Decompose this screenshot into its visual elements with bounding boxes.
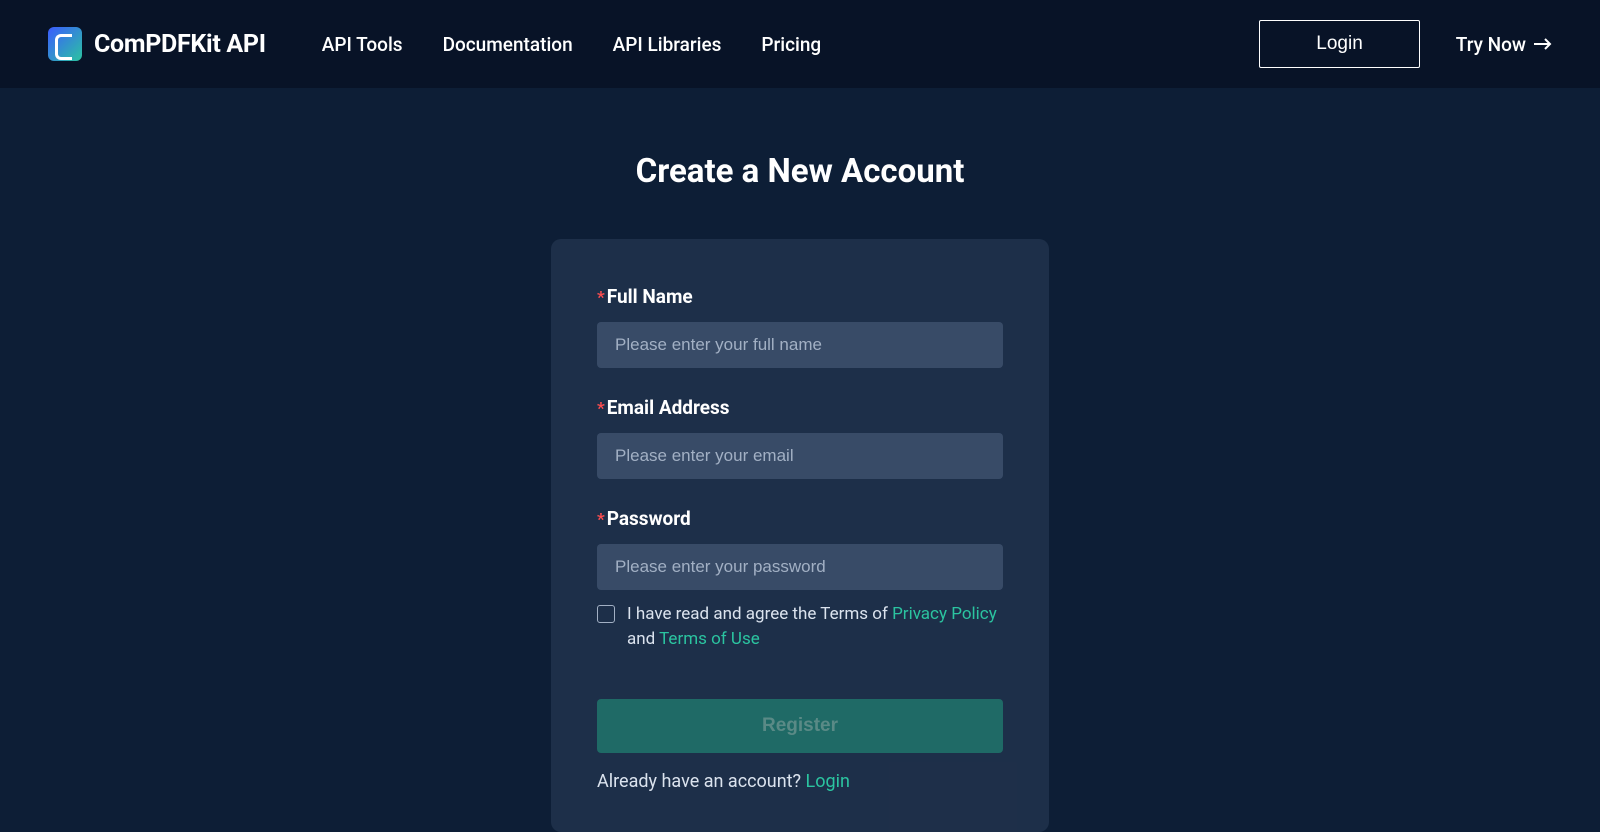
logo-group[interactable]: ComPDFKit API bbox=[48, 27, 266, 61]
header-right: Login Try Now bbox=[1259, 20, 1552, 68]
page-title: Create a New Account bbox=[636, 152, 965, 191]
full-name-input[interactable] bbox=[597, 322, 1003, 368]
email-input[interactable] bbox=[597, 433, 1003, 479]
label-text: Full Name bbox=[607, 285, 693, 308]
main-header: ComPDFKit API API Tools Documentation AP… bbox=[0, 0, 1600, 88]
field-email: * Email Address bbox=[597, 396, 1003, 479]
required-asterisk: * bbox=[597, 510, 605, 530]
login-link[interactable]: Login bbox=[806, 771, 850, 792]
full-name-label: * Full Name bbox=[597, 285, 1003, 308]
login-button[interactable]: Login bbox=[1259, 20, 1420, 68]
main-nav: API Tools Documentation API Libraries Pr… bbox=[322, 33, 821, 56]
main-content: Create a New Account * Full Name * Email… bbox=[0, 88, 1600, 832]
agree-terms-row: I have read and agree the Terms of Priva… bbox=[597, 602, 1003, 651]
required-asterisk: * bbox=[597, 288, 605, 308]
try-now-label: Try Now bbox=[1456, 33, 1526, 56]
label-text: Password bbox=[607, 507, 691, 530]
nav-documentation[interactable]: Documentation bbox=[443, 33, 573, 56]
signup-card: * Full Name * Email Address * Password I… bbox=[551, 239, 1049, 832]
agree-text: I have read and agree the Terms of Priva… bbox=[627, 602, 1003, 651]
privacy-policy-link[interactable]: Privacy Policy bbox=[892, 604, 997, 624]
password-label: * Password bbox=[597, 507, 1003, 530]
agree-text-mid: and bbox=[627, 629, 659, 649]
register-button[interactable]: Register bbox=[597, 699, 1003, 753]
arrow-right-icon bbox=[1534, 38, 1552, 50]
email-label: * Email Address bbox=[597, 396, 1003, 419]
nav-api-libraries[interactable]: API Libraries bbox=[613, 33, 722, 56]
field-full-name: * Full Name bbox=[597, 285, 1003, 368]
already-text: Already have an account? bbox=[597, 771, 806, 792]
label-text: Email Address bbox=[607, 396, 730, 419]
brand-logo-icon bbox=[48, 27, 82, 61]
agree-text-prefix: I have read and agree the Terms of bbox=[627, 604, 892, 624]
password-input[interactable] bbox=[597, 544, 1003, 590]
required-asterisk: * bbox=[597, 399, 605, 419]
brand-name: ComPDFKit API bbox=[94, 30, 266, 59]
terms-of-use-link[interactable]: Terms of Use bbox=[659, 629, 760, 649]
field-password: * Password bbox=[597, 507, 1003, 590]
nav-api-tools[interactable]: API Tools bbox=[322, 33, 403, 56]
already-have-account: Already have an account? Login bbox=[597, 771, 1003, 792]
nav-pricing[interactable]: Pricing bbox=[761, 33, 821, 56]
try-now-link[interactable]: Try Now bbox=[1456, 33, 1552, 56]
agree-checkbox[interactable] bbox=[597, 605, 615, 623]
